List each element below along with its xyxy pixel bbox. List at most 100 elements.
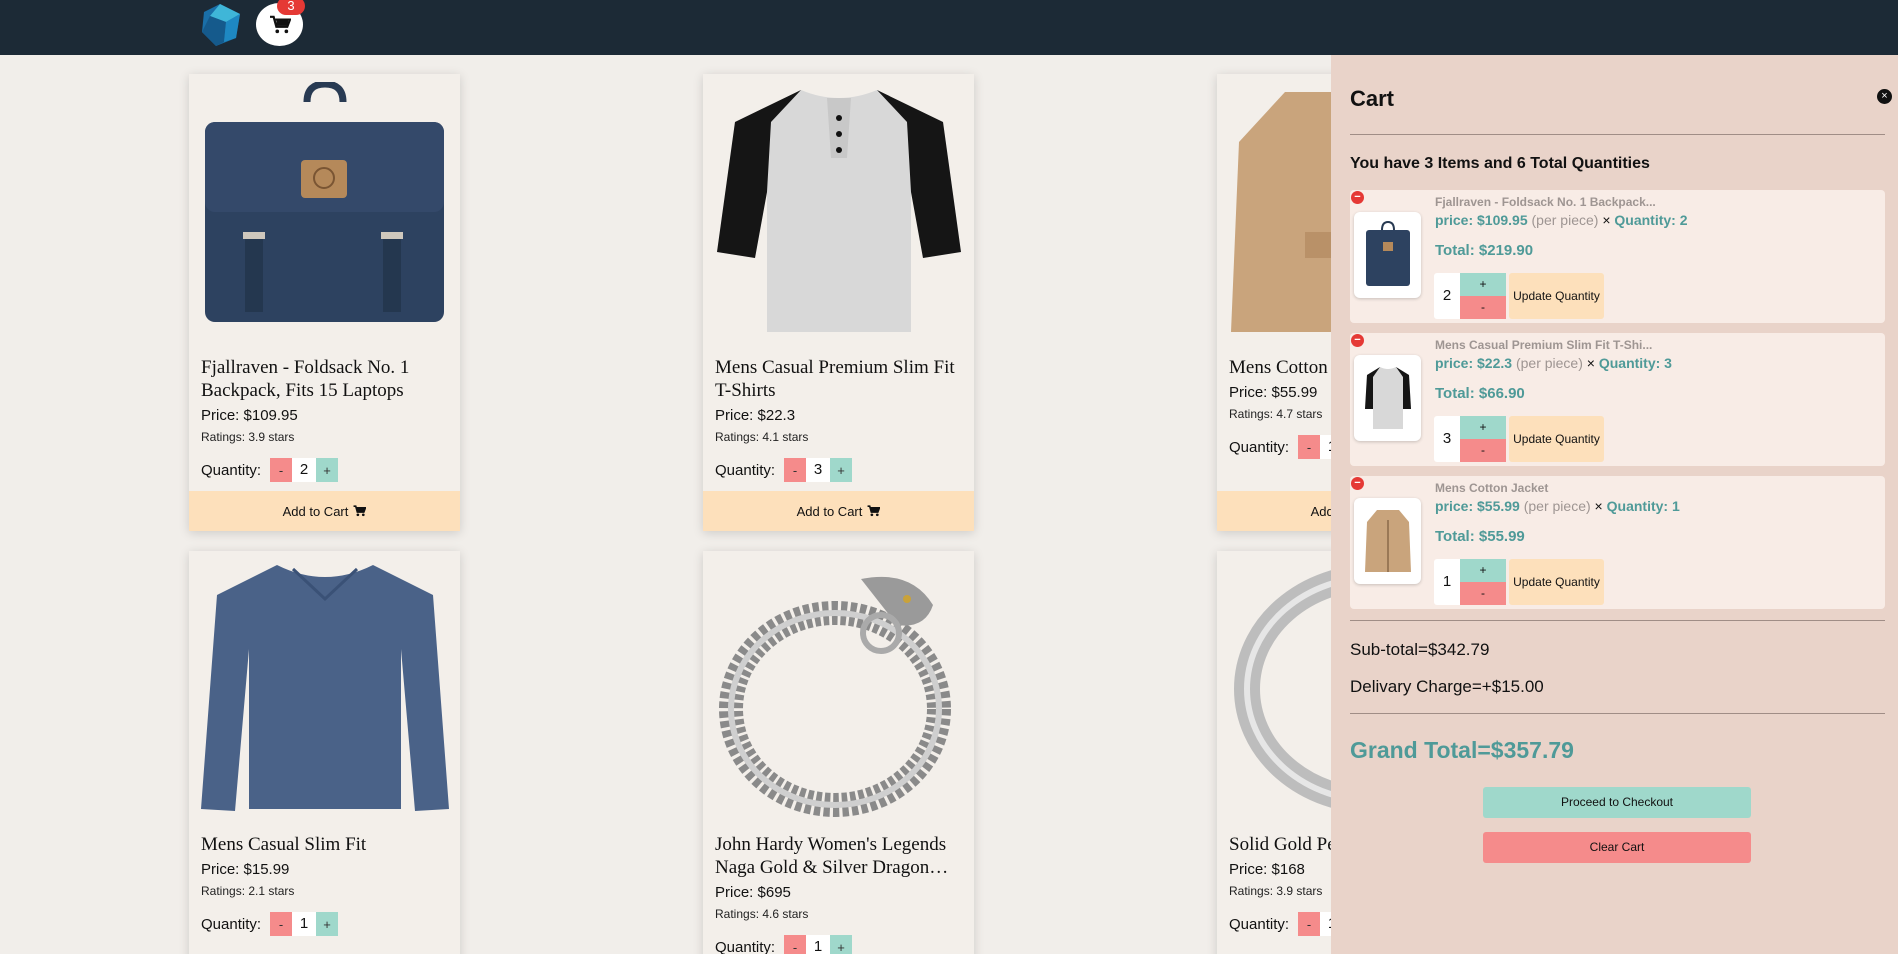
cart-item-price: price: $55.99 (1435, 498, 1520, 514)
proceed-to-checkout-button[interactable]: Proceed to Checkout (1483, 787, 1751, 818)
per-piece-label: (per piece) (1531, 212, 1599, 228)
product-price: Price: $22.3 (715, 407, 796, 424)
cart-item: − Fjallraven - Foldsack No. 1 Backpack..… (1350, 190, 1885, 323)
brand-logo-icon[interactable] (196, 2, 244, 48)
cart-item-thumbnail (1354, 498, 1421, 584)
per-piece-label: (per piece) (1523, 498, 1591, 514)
divider (1350, 713, 1885, 714)
cart-item-price: price: $109.95 (1435, 212, 1528, 228)
decrease-quantity-button[interactable]: - (1460, 439, 1506, 462)
update-quantity-button[interactable]: Update Quantity (1509, 416, 1604, 462)
product-rating: Ratings: 4.6 stars (715, 907, 809, 921)
quantity-selector: Quantity: - 2 + (201, 458, 448, 482)
cart-item-price-line: price: $109.95 (per piece) × Quantity: 2 (1435, 212, 1688, 228)
quantity-label: Quantity: (1229, 915, 1290, 933)
quantity-value: 1 (292, 912, 317, 936)
product-rating: Ratings: 4.1 stars (715, 430, 809, 444)
add-to-cart-button[interactable]: Add to Cart (703, 491, 974, 531)
quantity-selector: Quantity: - 1 + (201, 912, 448, 936)
cart-quantity-control: 1 + - Update Quantity (1434, 559, 1604, 605)
cart-icon (353, 505, 367, 517)
top-navbar: 3 (0, 0, 1898, 55)
cart-item-quantity: Quantity: 3 (1598, 355, 1672, 371)
decrease-quantity-button[interactable]: - (1460, 582, 1506, 605)
decrease-quantity-button[interactable]: - (270, 458, 293, 482)
decrease-quantity-button[interactable]: - (784, 935, 807, 954)
quantity-label: Quantity: (715, 461, 776, 479)
decrease-quantity-button[interactable]: - (1298, 435, 1321, 459)
cart-item-price-line: price: $55.99 (per piece) × Quantity: 1 (1435, 498, 1680, 514)
update-quantity-button[interactable]: Update Quantity (1509, 559, 1604, 605)
product-rating: Ratings: 2.1 stars (201, 884, 295, 898)
increase-quantity-button[interactable]: + (1460, 416, 1506, 439)
cart-icon (269, 15, 291, 33)
decrease-quantity-button[interactable]: - (784, 458, 807, 482)
cart-item-thumbnail (1354, 355, 1421, 441)
quantity-label: Quantity: (201, 915, 262, 933)
product-card: John Hardy Women's Legends Naga Gold & S… (703, 551, 974, 954)
product-price: Price: $695 (715, 884, 791, 901)
cart-item-price: price: $22.3 (1435, 355, 1513, 371)
quantity-selector: Quantity: - 1 + (715, 935, 962, 954)
cart-item-total: Total: $66.90 (1435, 385, 1525, 402)
increase-quantity-button[interactable]: + (830, 458, 853, 482)
product-image-backpack[interactable] (197, 82, 452, 342)
clear-cart-button[interactable]: Clear Cart (1483, 832, 1751, 863)
product-image-longsleeve[interactable] (197, 559, 452, 819)
product-title[interactable]: John Hardy Women's Legends Naga Gold & S… (715, 833, 962, 879)
increase-quantity-button[interactable]: + (1460, 273, 1506, 296)
cart-item-price-line: price: $22.3 (per piece) × Quantity: 3 (1435, 355, 1672, 371)
quantity-input[interactable]: 1 (1434, 559, 1460, 605)
quantity-input[interactable]: 3 (1434, 416, 1460, 462)
remove-item-icon[interactable]: − (1351, 334, 1364, 347)
decrease-quantity-button[interactable]: - (1460, 296, 1506, 319)
product-image-bracelet[interactable] (711, 559, 966, 819)
quantity-value: 2 (292, 458, 317, 482)
increase-quantity-button[interactable]: + (316, 458, 339, 482)
cart-count-badge: 3 (277, 0, 305, 15)
subtotal: Sub-total=$342.79 (1350, 640, 1490, 659)
quantity-label: Quantity: (715, 938, 776, 954)
cart-quantity-control: 2 + - Update Quantity (1434, 273, 1604, 319)
remove-item-icon[interactable]: − (1351, 191, 1364, 204)
product-rating: Ratings: 3.9 stars (201, 430, 295, 444)
times-sign: × (1586, 355, 1595, 371)
times-sign: × (1602, 212, 1611, 228)
cart-item-total: Total: $55.99 (1435, 528, 1525, 545)
quantity-label: Quantity: (201, 461, 262, 479)
product-card: Mens Casual Premium Slim Fit T-Shirts Pr… (703, 74, 974, 531)
product-title[interactable]: Mens Casual Slim Fit (201, 833, 448, 856)
product-title[interactable]: Fjallraven - Foldsack No. 1 Backpack, Fi… (201, 356, 448, 402)
cart-panel: Cart × You have 3 Items and 6 Total Quan… (1331, 55, 1898, 954)
cart-item: − Mens Casual Premium Slim Fit T-Shi... … (1350, 333, 1885, 466)
product-image-tshirt[interactable] (711, 82, 966, 342)
close-icon[interactable]: × (1877, 89, 1892, 104)
update-quantity-button[interactable]: Update Quantity (1509, 273, 1604, 319)
product-card: Fjallraven - Foldsack No. 1 Backpack, Fi… (189, 74, 460, 531)
product-price: Price: $109.95 (201, 407, 298, 424)
cart-item-name: Mens Cotton Jacket (1435, 481, 1549, 495)
add-to-cart-label: Add to Cart (282, 503, 349, 519)
cart-item-total: Total: $219.90 (1435, 242, 1534, 259)
increase-quantity-button[interactable]: + (1460, 559, 1506, 582)
cart-summary: You have 3 Items and 6 Total Quantities (1350, 155, 1650, 172)
add-to-cart-button[interactable]: Add to Cart (189, 491, 460, 531)
cart-item-quantity: Quantity: 1 (1606, 498, 1680, 514)
delivery-charge: Delivary Charge=+$15.00 (1350, 677, 1544, 696)
decrease-quantity-button[interactable]: - (1298, 912, 1321, 936)
increase-quantity-button[interactable]: + (316, 912, 339, 936)
cart-icon (867, 505, 881, 517)
quantity-value: 3 (806, 458, 831, 482)
product-card: Mens Casual Slim Fit Price: $15.99 Ratin… (189, 551, 460, 954)
quantity-input[interactable]: 2 (1434, 273, 1460, 319)
cart-item-quantity: Quantity: 2 (1614, 212, 1688, 228)
cart-title: Cart (1350, 86, 1395, 111)
decrease-quantity-button[interactable]: - (270, 912, 293, 936)
divider (1350, 134, 1885, 135)
times-sign: × (1594, 498, 1603, 514)
product-title[interactable]: Mens Casual Premium Slim Fit T-Shirts (715, 356, 962, 402)
quantity-value: 1 (806, 935, 831, 954)
remove-item-icon[interactable]: − (1351, 477, 1364, 490)
increase-quantity-button[interactable]: + (830, 935, 853, 954)
cart-quantity-control: 3 + - Update Quantity (1434, 416, 1604, 462)
